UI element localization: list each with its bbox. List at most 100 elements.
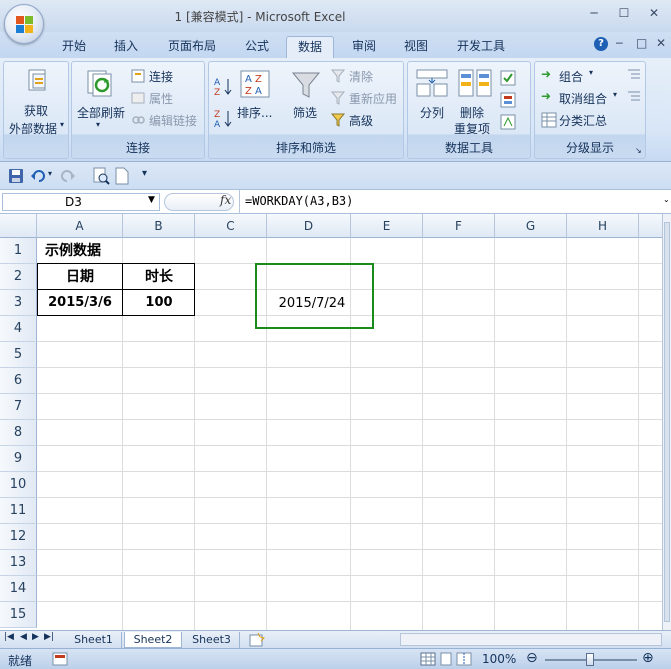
tab-review[interactable]: 审阅 xyxy=(342,36,386,58)
column-header-h[interactable]: H xyxy=(567,214,639,238)
zoom-slider-thumb[interactable] xyxy=(586,653,594,666)
tab-view[interactable]: 视图 xyxy=(394,36,438,58)
get-external-group[interactable]: 获取 外部数据 ▾ xyxy=(3,61,69,159)
undo-dropdown-icon[interactable]: ▾ xyxy=(48,169,52,178)
refresh-all-button[interactable]: 全部刷新 xyxy=(77,104,125,121)
cell-d3[interactable]: 2015/7/24 xyxy=(267,291,357,317)
normal-view-icon[interactable] xyxy=(420,652,436,666)
office-button[interactable] xyxy=(4,4,44,44)
save-icon[interactable] xyxy=(8,168,24,184)
data-validation-icon[interactable] xyxy=(500,70,520,86)
scroll-thumb[interactable] xyxy=(664,222,670,622)
row-header-10[interactable]: 10 xyxy=(0,472,37,498)
print-preview-icon[interactable] xyxy=(92,167,110,185)
show-detail-icon[interactable] xyxy=(627,68,641,80)
customize-qat-icon[interactable]: ▾ xyxy=(142,168,147,179)
row-header-13[interactable]: 13 xyxy=(0,550,37,576)
row-header-3[interactable]: 3 xyxy=(0,290,37,316)
formula-input[interactable]: =WORKDAY(A3,B3) xyxy=(245,193,353,209)
tab-home[interactable]: 开始 xyxy=(52,36,96,58)
hide-detail-icon[interactable] xyxy=(627,90,641,102)
tab-data[interactable]: 数据 xyxy=(286,36,334,58)
column-header-d[interactable]: D xyxy=(267,214,351,238)
consolidate-icon[interactable] xyxy=(500,92,520,108)
sort-asc-icon[interactable]: AZ xyxy=(214,76,234,96)
maximize-button[interactable]: ☐ xyxy=(614,6,634,22)
new-document-icon[interactable] xyxy=(114,167,130,185)
text-to-columns-button[interactable]: 分列 xyxy=(420,104,444,121)
row-header-12[interactable]: 12 xyxy=(0,524,37,550)
name-box[interactable]: D3 xyxy=(2,193,160,211)
row-header-5[interactable]: 5 xyxy=(0,342,37,368)
clear-button[interactable]: 清除 xyxy=(349,68,373,85)
sheet-tab-sheet3[interactable]: Sheet3 xyxy=(184,632,240,648)
sheet-tab-sheet2[interactable]: Sheet2 xyxy=(124,632,182,648)
cell-b3[interactable]: 100 xyxy=(123,290,195,316)
zoom-out-icon[interactable]: ⊖ xyxy=(526,650,538,666)
row-header-14[interactable]: 14 xyxy=(0,576,37,602)
row-header-9[interactable]: 9 xyxy=(0,446,37,472)
first-sheet-icon[interactable]: |◀ xyxy=(4,632,14,642)
column-header-f[interactable]: F xyxy=(423,214,495,238)
row-header-2[interactable]: 2 xyxy=(0,264,37,290)
insert-function-icon[interactable]: fx xyxy=(220,193,231,207)
advanced-button[interactable]: 高级 xyxy=(349,112,373,129)
zoom-in-icon[interactable]: ⊕ xyxy=(642,650,654,666)
dialog-launcher-icon[interactable]: ↘ xyxy=(635,146,642,155)
column-header-g[interactable]: G xyxy=(495,214,567,238)
tab-insert[interactable]: 插入 xyxy=(104,36,148,58)
row-header-4[interactable]: 4 xyxy=(0,316,37,342)
cell-a1[interactable]: 示例数据 xyxy=(45,238,101,264)
edit-links-button[interactable]: 编辑链接 xyxy=(149,112,197,129)
tab-formulas[interactable]: 公式 xyxy=(234,36,280,58)
column-header-e[interactable]: E xyxy=(351,214,423,238)
column-header-partial[interactable] xyxy=(639,214,662,238)
filter-button[interactable]: 筛选 xyxy=(293,104,317,121)
cell-a3[interactable]: 2015/3/6 xyxy=(37,290,123,316)
next-sheet-icon[interactable]: ▶ xyxy=(32,632,39,642)
tab-developer[interactable]: 开发工具 xyxy=(448,36,514,58)
subtotal-button[interactable]: 分类汇总 xyxy=(559,112,607,129)
properties-button[interactable]: 属性 xyxy=(149,90,173,107)
what-if-icon[interactable] xyxy=(500,114,520,130)
minimize-button[interactable]: ─ xyxy=(584,6,604,22)
ribbon-restore-button[interactable]: □ xyxy=(636,36,647,50)
column-header-b[interactable]: B xyxy=(123,214,195,238)
tab-page-layout[interactable]: 页面布局 xyxy=(160,36,224,58)
last-sheet-icon[interactable]: ▶| xyxy=(44,632,54,642)
insert-sheet-icon[interactable] xyxy=(248,632,266,648)
ribbon-close-button[interactable]: ✕ xyxy=(656,36,666,50)
page-layout-view-icon[interactable] xyxy=(438,652,454,666)
row-header-11[interactable]: 11 xyxy=(0,498,37,524)
cell-a2[interactable]: 日期 xyxy=(37,264,123,290)
row-header-15[interactable]: 15 xyxy=(0,602,37,628)
expand-formula-bar-icon[interactable]: ⌄ xyxy=(663,195,670,204)
worksheet-grid[interactable]: A B C D E F G H 1 2 3 4 5 6 7 8 9 10 11 … xyxy=(0,214,662,630)
row-header-8[interactable]: 8 xyxy=(0,420,37,446)
redo-icon[interactable] xyxy=(60,168,76,184)
name-box-dropdown-icon[interactable]: ▼ xyxy=(148,195,155,205)
row-header-6[interactable]: 6 xyxy=(0,368,37,394)
connections-button[interactable]: 连接 xyxy=(149,68,173,85)
sort-desc-icon[interactable]: ZA xyxy=(214,108,234,128)
row-header-7[interactable]: 7 xyxy=(0,394,37,420)
select-all-corner[interactable] xyxy=(0,214,37,238)
cell-b2[interactable]: 时长 xyxy=(123,264,195,290)
remove-duplicates-label-2[interactable]: 重复项 xyxy=(454,120,490,137)
column-header-c[interactable]: C xyxy=(195,214,267,238)
reapply-button[interactable]: 重新应用 xyxy=(349,90,397,107)
remove-duplicates-label-1[interactable]: 删除 xyxy=(460,104,484,121)
page-break-view-icon[interactable] xyxy=(456,652,472,666)
prev-sheet-icon[interactable]: ◀ xyxy=(20,632,27,642)
zoom-level[interactable]: 100% xyxy=(482,652,516,666)
sort-button[interactable]: 排序... xyxy=(237,104,272,121)
macro-record-icon[interactable] xyxy=(52,652,68,666)
help-icon[interactable]: ? xyxy=(594,37,608,51)
vertical-scrollbar[interactable] xyxy=(662,214,671,630)
horizontal-scrollbar[interactable] xyxy=(400,633,662,646)
sheet-tab-sheet1[interactable]: Sheet1 xyxy=(66,632,122,648)
ribbon-minimize-button[interactable]: ─ xyxy=(616,37,623,50)
group-button[interactable]: 组合 xyxy=(559,68,583,85)
row-header-1[interactable]: 1 xyxy=(0,238,37,264)
column-header-a[interactable]: A xyxy=(37,214,123,238)
